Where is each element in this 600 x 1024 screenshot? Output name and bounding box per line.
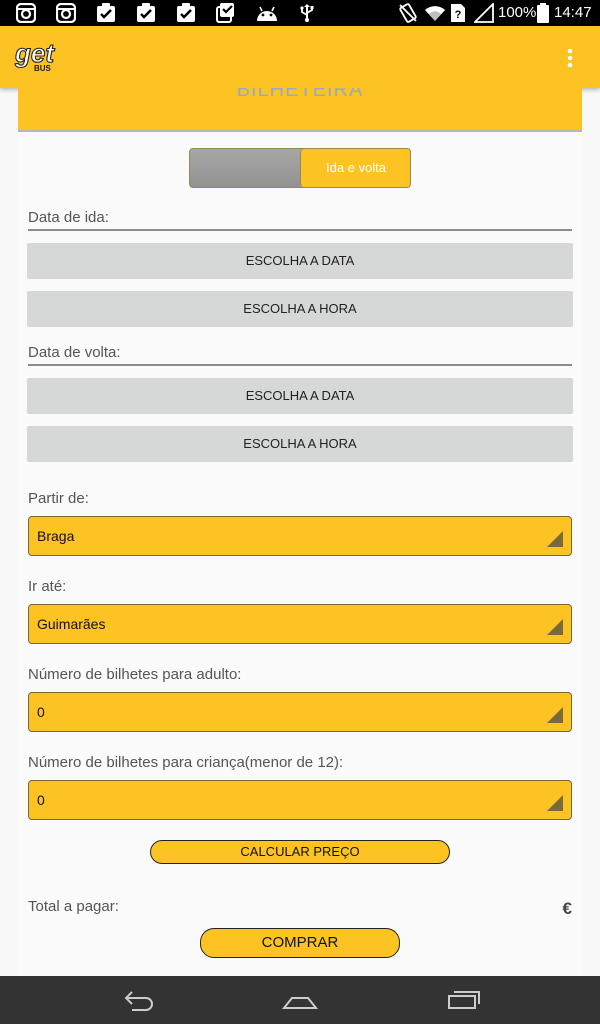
android-icon: [257, 6, 277, 21]
adult-tickets-value: 0: [37, 704, 45, 720]
form-header-title: BILHETEIRA: [236, 88, 364, 101]
status-bar: ? 100% 14:47: [0, 0, 600, 26]
home-icon[interactable]: [282, 986, 318, 1014]
battery-icon: [537, 3, 549, 23]
overflow-menu-icon[interactable]: [562, 46, 578, 70]
child-tickets-select[interactable]: 0: [28, 780, 572, 820]
buy-button[interactable]: COMPRAR: [200, 928, 400, 958]
photo-check-icon: [216, 3, 234, 23]
sim-icon: ?: [451, 4, 465, 22]
usb-icon: [300, 4, 314, 22]
calculate-price-button[interactable]: CALCULAR PREÇO: [150, 840, 450, 864]
total-currency: €: [562, 899, 572, 918]
trip-type-toggle[interactable]: Ida e volta: [189, 148, 411, 188]
clock: 14:47: [554, 4, 592, 21]
to-label: Ir até:: [28, 578, 67, 595]
departure-date-label: Data de ida:: [28, 209, 572, 231]
adult-tickets-label: Número de bilhetes para adulto:: [28, 666, 242, 683]
ticket-form: BILHETEIRA Ida e volta Data de ida: ESCO…: [18, 88, 582, 976]
from-label: Partir de:: [28, 490, 89, 507]
clipboard-check-icon: [137, 3, 155, 22]
dropdown-arrow-icon: [547, 707, 563, 723]
battery-percent: 100%: [498, 4, 537, 21]
from-select[interactable]: Braga: [28, 516, 572, 556]
instagram-icon: [16, 3, 36, 23]
svg-text:BUS: BUS: [34, 64, 52, 73]
return-time-button[interactable]: ESCOLHA A HORA: [27, 426, 573, 462]
child-tickets-label: Número de bilhetes para criança(menor de…: [28, 754, 344, 771]
app-bar: get BUS: [0, 26, 600, 88]
from-value: Braga: [37, 528, 75, 544]
toggle-round-trip[interactable]: Ida e volta: [300, 149, 410, 187]
to-select[interactable]: Guimarães: [28, 604, 572, 644]
getbus-logo-icon: get BUS: [14, 38, 56, 73]
system-nav-bar: [0, 976, 600, 1024]
clipboard-check-icon: [177, 3, 195, 22]
to-value: Guimarães: [37, 616, 106, 632]
back-icon[interactable]: [120, 986, 156, 1014]
child-tickets-value: 0: [37, 792, 45, 808]
wifi-icon: [425, 6, 445, 21]
dropdown-arrow-icon: [547, 795, 563, 811]
instagram-icon: [56, 3, 76, 23]
total-label: Total a pagar:: [28, 898, 119, 915]
clipboard-check-icon: [97, 3, 115, 22]
dropdown-arrow-icon: [547, 619, 563, 635]
svg-text:?: ?: [455, 9, 462, 21]
recent-apps-icon[interactable]: [446, 986, 482, 1014]
adult-tickets-select[interactable]: 0: [28, 692, 572, 732]
return-date-button[interactable]: ESCOLHA A DATA: [27, 378, 573, 414]
vibrate-icon: [399, 3, 417, 23]
signal-icon: [474, 3, 494, 23]
return-date-label: Data de volta:: [28, 344, 572, 366]
toggle-off-track[interactable]: [190, 149, 300, 187]
dropdown-arrow-icon: [547, 531, 563, 547]
departure-date-button[interactable]: ESCOLHA A DATA: [27, 243, 573, 279]
departure-time-button[interactable]: ESCOLHA A HORA: [27, 291, 573, 327]
form-header: BILHETEIRA: [18, 88, 582, 132]
